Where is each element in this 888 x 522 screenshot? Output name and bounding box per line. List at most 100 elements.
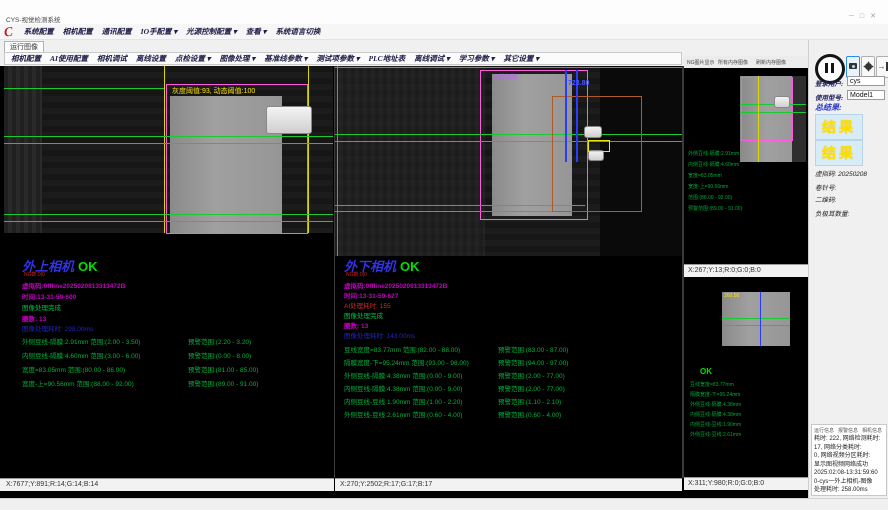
mid-ai-time: AI处理耗时: 155: [344, 300, 391, 310]
edge-line: [4, 136, 333, 137]
tool-offline-debug[interactable]: 离线调试 ▾: [414, 53, 450, 64]
measure-line: [758, 76, 759, 162]
negative-tab-count-label: 负极耳数量:: [815, 208, 849, 218]
measurement-warn: 预警范围:(94.00 - 97.00): [498, 357, 568, 367]
qr-code-label: 二维码:: [815, 194, 836, 204]
gear-icon: [865, 63, 872, 70]
connector-part: [774, 96, 790, 108]
tool-spotcheck-settings[interactable]: 点检设置 ▾: [175, 53, 211, 64]
exit-button[interactable]: →: [876, 56, 888, 78]
measurement-row: 外侧豆线-豆线:2.61mm 范围:(0.60 - 4.00): [344, 409, 462, 419]
info-panel: 运行信息 报警信息 相机信息 耗时: 222, 网络检测耗时: 17, 网络分类…: [811, 424, 887, 496]
measurement-warn: 预警范围:(0.00 - 8.00): [188, 350, 251, 360]
edge-line: [722, 325, 790, 326]
tool-baseline-params[interactable]: 基准线参数 ▾: [264, 53, 307, 64]
memory-ok-label: OK: [700, 367, 712, 376]
memory-panel-tabs: NG图片显示 所有内存图像 刷新内存图像: [684, 56, 808, 68]
tool-plc-address-table[interactable]: PLC地址表: [368, 53, 405, 64]
tool-image-processing[interactable]: 图像处理 ▾: [220, 53, 256, 64]
measurement-warn: 预警范围:(89.00 - 91.00): [188, 378, 258, 388]
edge-line: [4, 214, 333, 215]
result-box-bottom: 结果: [815, 140, 863, 166]
memory-line: 隔膜宽度-下=95.24mm: [690, 391, 740, 398]
tool-ai-usage-config[interactable]: AI使用配置: [50, 53, 88, 64]
window-title: CYS-视觉检测系统: [6, 14, 61, 24]
mid-elapsed-time: 图像处理耗时: 143.00ms: [344, 330, 415, 340]
result-box-top: 结果: [815, 114, 863, 140]
tab-alarm-info[interactable]: 报警信息: [838, 427, 858, 434]
tool-camera-config[interactable]: 相机配置: [11, 53, 41, 64]
pause-icon: [831, 63, 834, 73]
edge-line: [722, 318, 790, 319]
status-bar: 心跳信号 相机连接 通讯连接 Cpu: 0.0% Memory: 3424.41…: [0, 498, 888, 510]
tool-learning-params[interactable]: 学习参数 ▾: [459, 53, 495, 64]
edge-line: [335, 211, 585, 212]
measurement-row: 外侧豆线-隔膜:4.38mm 范围:(0.00 - 9.00): [344, 370, 462, 380]
tool-camera-debug[interactable]: 相机调试: [97, 53, 127, 64]
mid-camera-result: OK: [400, 259, 420, 274]
machine-texture: [4, 66, 42, 233]
memory-line: 外侧豆线-隔膜:4.38mm: [690, 401, 741, 408]
memory-line: 宽度-上=90.56mm: [688, 183, 728, 190]
mid-barcode: 虚拟码:0ffline2025020813313472B: [344, 280, 447, 290]
window-controls: ─□✕: [849, 12, 882, 20]
menu-item-system-config[interactable]: 系统配置: [24, 26, 54, 37]
total-result-label: 总结果:: [815, 102, 842, 113]
tool-other-settings[interactable]: 其它设置 ▾: [503, 53, 539, 64]
menu-item-view[interactable]: 查看 ▾: [246, 26, 267, 37]
camera-capture-button[interactable]: [846, 56, 860, 78]
close-button[interactable]: ✕: [870, 13, 882, 20]
memory-image-view-bottom[interactable]: 260.50 OK 豆线宽度=83.77mm 隔膜宽度-下=95.24mm 外侧…: [684, 277, 808, 477]
memory-line: 内侧豆线-隔膜:4.60mm: [688, 161, 739, 168]
measurement-row: 宽度=83.05mm 范围:(80.00 - 86.00): [22, 364, 125, 374]
connector-part: [266, 106, 312, 134]
measurement-row: 内侧豆线-豆线:1.90mm 范围:(1.00 - 2.20): [344, 396, 462, 406]
tab-all-memory-images[interactable]: 所有内存图像: [718, 59, 748, 66]
model-label: 使用型号:: [815, 92, 843, 102]
memory-line: 外侧豆线-豆线:2.61mm: [690, 431, 741, 438]
tool-test-params[interactable]: 测试项参数 ▾: [316, 53, 359, 64]
measurement-warn: 预警范围:(0.60 - 4.00): [498, 409, 561, 419]
maximize-button[interactable]: □: [860, 13, 870, 20]
logout-icon: →: [877, 62, 888, 71]
tab-strip: [0, 40, 888, 52]
toolbar: 相机配置 AI使用配置 相机调试 离线设置 点检设置 ▾ 图像处理 ▾ 基准线参…: [4, 52, 682, 65]
measure-line-blue: [760, 292, 761, 346]
measure-line-right: [308, 66, 309, 233]
left-ng-info: NG数:0|0: [24, 271, 45, 278]
detect-rect-yellow: [588, 140, 610, 152]
memory-image-view-top[interactable]: 外侧豆线-隔膜:2.91mm 内侧豆线-隔膜:4.60mm 宽度=83.05mm…: [684, 68, 808, 264]
menu-item-io-config[interactable]: IO手配置 ▾: [141, 26, 177, 37]
title-bar: CYS-视觉检测系统 ─□✕: [0, 0, 888, 24]
ai-box-label: AI检测框: [494, 72, 518, 81]
menu-item-light-config[interactable]: 光源控制配置 ▾: [186, 26, 237, 37]
tab-run-info[interactable]: 运行信息: [814, 427, 834, 434]
roi-rect: [741, 77, 793, 141]
mid-process-done: 图像处理完成: [344, 310, 383, 320]
minimize-button[interactable]: ─: [849, 13, 860, 20]
pause-icon: [825, 63, 828, 73]
mid-camera-view[interactable]: AI检测框 723.80: [335, 66, 682, 256]
info-log-text: 耗时: 222, 网络检测耗时: 17, 网络分类耗时: 0, 网络视频分区耗时…: [814, 435, 886, 495]
settings-button[interactable]: [861, 56, 875, 78]
memory-line: 范围:(88.00 - 92.00): [688, 194, 732, 201]
tab-part: [584, 126, 602, 138]
tab-refresh-memory-images[interactable]: 刷新内存图像: [756, 59, 786, 66]
memory-line: 预警范围:(89.00 - 91.00): [688, 205, 742, 212]
left-elapsed-time: 图像处理耗时: 298.00ms: [22, 323, 93, 333]
measurement-warn: 预警范围:(2.00 - 77.00): [498, 383, 565, 393]
tab-camera-info[interactable]: 相机信息: [862, 427, 882, 434]
menu-item-comm-config[interactable]: 通讯配置: [102, 26, 132, 37]
tool-offline-settings[interactable]: 离线设置: [136, 53, 166, 64]
model-field[interactable]: Model1: [847, 90, 885, 100]
threshold-overlay-text: 灰度阈值:93, 动态阈值:100: [172, 86, 255, 96]
menu-item-camera-config[interactable]: 相机配置: [63, 26, 93, 37]
measurement-warn: 预警范围:(2.00 - 77.00): [498, 370, 565, 380]
menu-item-language-switch[interactable]: 系统语言切换: [275, 26, 320, 37]
left-time: 时间:13-31-59-600: [22, 291, 76, 301]
left-camera-view[interactable]: 灰度阈值:93, 动态阈值:100: [4, 66, 333, 233]
memory-line: 宽度=83.05mm: [688, 172, 722, 179]
left-barcode: 虚拟码:0ffline2025020813313472B: [22, 280, 125, 290]
login-user-field[interactable]: cys: [847, 76, 885, 86]
tab-ng-display[interactable]: NG图片显示: [687, 59, 715, 66]
